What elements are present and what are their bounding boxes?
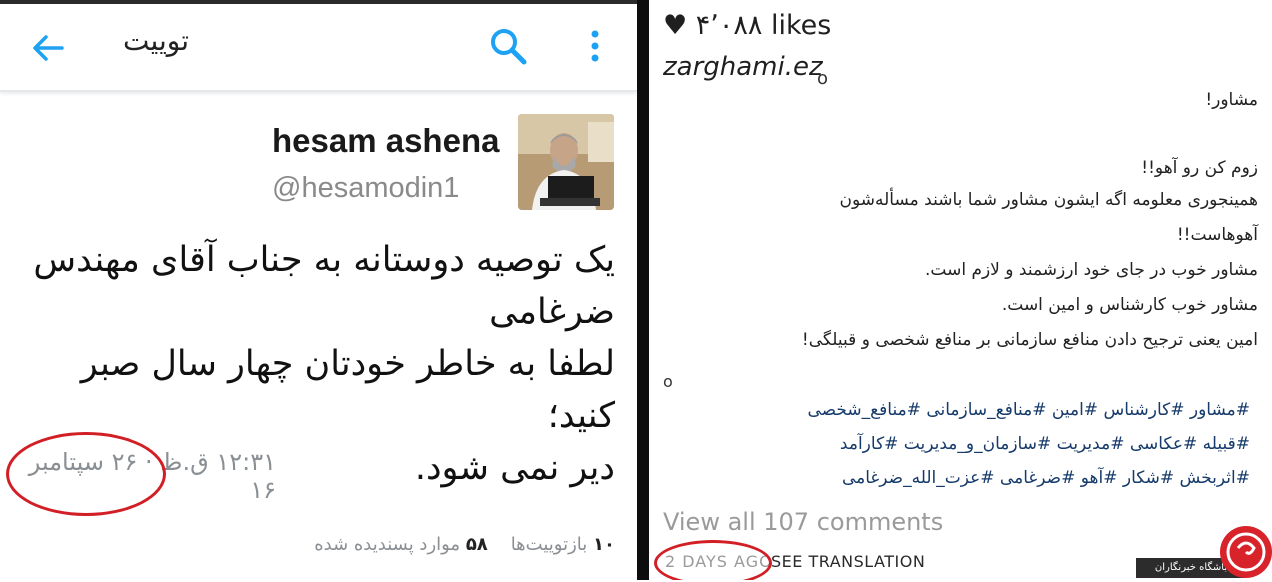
- panel-divider: [637, 0, 649, 580]
- back-arrow-icon[interactable]: [28, 28, 68, 68]
- caption-line: زوم کن رو آهو!!: [1141, 158, 1258, 178]
- search-icon[interactable]: [488, 26, 528, 66]
- see-translation-link[interactable]: SEE TRANSLATION: [771, 552, 925, 571]
- tweet-line: لطفا به خاطر خودتان چهار سال صبر کنید؛: [80, 344, 615, 436]
- twitter-panel: توییت hesam ashena @hesamodin1 یک توصیه …: [0, 4, 637, 580]
- app-bar: توییت: [0, 4, 637, 92]
- instagram-panel: ♥ ۴٬۰۸۸ likes zarghami.ez o مشاور! زوم ک…: [649, 0, 1272, 580]
- tweet-line: ضرغامی: [489, 292, 615, 332]
- view-all-comments-link[interactable]: View all 107 comments: [663, 508, 943, 536]
- caption-line: همینجوری معلومه اگه ایشون مشاور شما باشن…: [839, 190, 1259, 210]
- likes-count[interactable]: ♥ ۴٬۰۸۸ likes: [663, 10, 831, 41]
- tweet-stats: ۱۰ بازتوییت‌ها ۵۸ موارد پسندیده شده: [280, 534, 615, 555]
- likes-label[interactable]: موارد پسندیده شده: [314, 534, 460, 555]
- retweets-count[interactable]: ۱۰: [593, 534, 615, 555]
- highlight-circle: [654, 540, 772, 580]
- hashtag-line[interactable]: #اثربخش #شکار #آهو #ضرغامی #عزت_الله_ضرغ…: [690, 468, 1250, 488]
- likes-count[interactable]: ۵۸: [466, 534, 488, 555]
- caption-line: مشاور خوب کارشناس و امین است.: [1001, 295, 1258, 315]
- author-avatar[interactable]: [518, 114, 614, 210]
- caption-line: مشاور!: [1205, 90, 1258, 110]
- watermark: باشگاه خبرنگاران: [1136, 526, 1272, 580]
- retweets-label[interactable]: بازتوییت‌ها: [511, 534, 588, 555]
- author-handle[interactable]: @hesamodin1: [272, 172, 459, 205]
- tweet-line: یک توصیه دوستانه به جناب آقای مهندس: [33, 240, 615, 280]
- caption-line: مشاور خوب در جای خود ارزشمند و لازم است.: [924, 260, 1258, 280]
- separator-dot: o: [663, 372, 673, 391]
- more-options-icon[interactable]: [585, 26, 605, 66]
- highlight-circle: [6, 432, 166, 516]
- watermark-logo-icon: [1220, 526, 1272, 578]
- author-name[interactable]: hesam ashena: [272, 122, 499, 160]
- hashtag-line[interactable]: #قبیله #عکاسی #مدیریت #سازمان_و_مدیریت #…: [690, 434, 1250, 454]
- app-title: توییت: [123, 24, 189, 57]
- caption-line: امین یعنی ترجیح دادن منافع سازمانی بر من…: [801, 330, 1258, 350]
- hashtag-line[interactable]: #مشاور #کارشناس #امین #منافع_سازمانی #من…: [690, 400, 1250, 420]
- post-username[interactable]: zarghami.ez: [663, 52, 823, 82]
- separator-dot: o: [817, 68, 829, 89]
- caption-line: آهوهاست!!: [1176, 225, 1258, 245]
